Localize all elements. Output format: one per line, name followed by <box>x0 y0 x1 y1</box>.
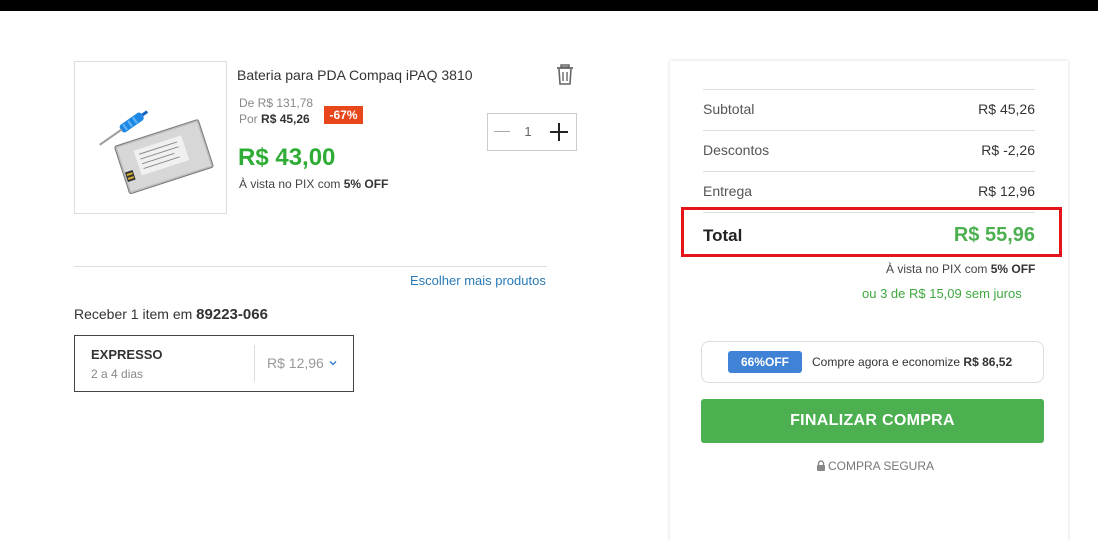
shipping-label: Entrega <box>703 183 753 199</box>
secure-purchase: COMPRA SEGURA <box>816 459 934 473</box>
pix-note-discount: 5% OFF <box>343 177 389 191</box>
product-name[interactable]: Bateria para PDA Compaq iPAQ 3810 <box>237 67 473 83</box>
promo-badge: 66%OFF <box>728 351 802 373</box>
top-bar <box>0 0 1098 11</box>
shipping-option-price: R$ 12,96 <box>267 355 324 371</box>
shipping-option-select[interactable]: EXPRESSO 2 a 4 dias R$ 12,96 <box>74 335 354 392</box>
checkout-button[interactable]: FINALIZAR COMPRA <box>701 399 1044 443</box>
sale-price-value: R$ 45,26 <box>261 112 310 126</box>
discounts-row: Descontos R$ -2,26 <box>703 130 1035 171</box>
pix-note: À vista no PIX com 5% OFF <box>239 177 388 191</box>
promo-banner[interactable]: 66%OFF Compre agora e economize R$ 86,52 <box>701 341 1044 383</box>
pix-price: R$ 43,00 <box>238 144 336 171</box>
sale-price: Por R$ 45,26 <box>239 112 310 126</box>
installments-text: ou 3 de R$ 15,09 sem juros <box>862 286 1022 301</box>
original-price: De R$ 131,78 <box>239 96 314 110</box>
lock-icon <box>816 460 826 471</box>
choose-more-products-link[interactable]: Escolher mais produtos <box>410 273 546 288</box>
secure-purchase-label: COMPRA SEGURA <box>828 459 935 473</box>
delivery-zip[interactable]: 89223-066 <box>196 306 268 323</box>
pix-note-text: À vista no PIX com <box>239 177 341 191</box>
battery-icon <box>99 110 214 195</box>
discount-badge: -67% <box>324 106 363 124</box>
chevron-down-icon[interactable] <box>327 356 339 368</box>
sale-price-label: Por <box>239 112 258 126</box>
subtotal-label: Subtotal <box>703 101 755 117</box>
promo-text-prefix: Compre agora e economize <box>812 355 961 369</box>
total-value: R$ 55,96 <box>953 224 1035 246</box>
shipping-option-name: EXPRESSO <box>91 347 163 362</box>
pix-total-discount: 5% OFF <box>990 262 1036 276</box>
pix-total-text: À vista no PIX com <box>886 262 988 276</box>
shipping-value: R$ 12,96 <box>978 183 1035 199</box>
product-image[interactable] <box>74 61 227 214</box>
promo-text: Compre agora e economize R$ 86,52 <box>812 355 1012 369</box>
subtotal-row: Subtotal R$ 45,26 <box>703 89 1035 130</box>
trash-icon[interactable] <box>555 64 575 86</box>
increase-quantity-button[interactable] <box>550 123 568 141</box>
shipping-divider <box>254 345 255 382</box>
discounts-label: Descontos <box>703 142 770 158</box>
divider <box>74 266 547 267</box>
total-label: Total <box>703 226 743 245</box>
decrease-quantity-button[interactable] <box>494 114 510 150</box>
shipping-row: Entrega R$ 12,96 <box>703 171 1035 212</box>
quantity-value[interactable]: 1 <box>518 114 538 150</box>
delivery-info: Receber 1 item em 89223-066 <box>74 306 268 323</box>
subtotal-value: R$ 45,26 <box>978 101 1035 117</box>
discounts-value: R$ -2,26 <box>981 142 1035 158</box>
total-row: Total R$ 55,96 <box>703 212 1035 257</box>
promo-savings-value: R$ 86,52 <box>963 355 1013 369</box>
pix-total-note: À vista no PIX com 5% OFF <box>886 262 1035 276</box>
delivery-prefix: Receber 1 item em <box>74 306 193 322</box>
quantity-stepper: 1 <box>487 113 577 151</box>
shipping-option-days: 2 a 4 dias <box>91 367 144 381</box>
